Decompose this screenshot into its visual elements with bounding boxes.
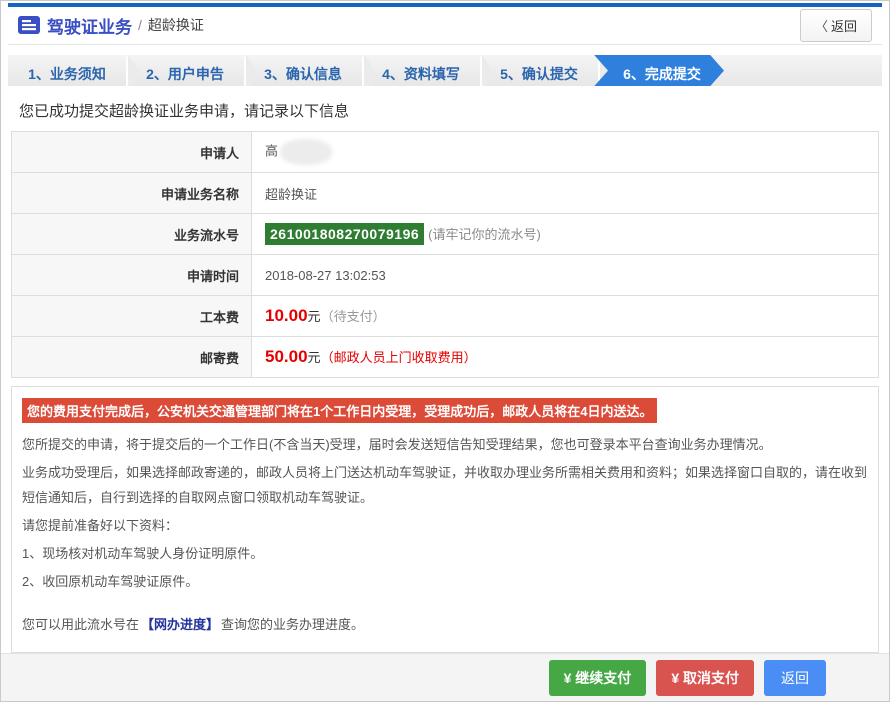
redaction-blur xyxy=(280,139,332,165)
notice-list-item: 2、收回原机动车驾驶证原件。 xyxy=(22,569,868,594)
main-content: 您已成功提交超龄换证业务申请，请记录以下信息 申请人 高 申请业务名称 超龄换证… xyxy=(8,86,882,653)
table-row-postage-fee: 邮寄费 50.00元（邮政人员上门收取费用） xyxy=(12,337,879,378)
step-5-confirm-submit: 5、确认提交 xyxy=(480,55,598,87)
step-label: 1、业务须知 xyxy=(28,66,106,82)
row-value: 10.00元（待支付） xyxy=(252,296,879,337)
production-fee-amount: 10.00 xyxy=(265,306,308,325)
row-label: 申请时间 xyxy=(12,255,252,296)
table-row-serial-number: 业务流水号 261001808270079196 (请牢记你的流水号) xyxy=(12,214,879,255)
progress-hint-prefix: 您可以用此流水号在 xyxy=(22,617,139,632)
row-value: 超龄换证 xyxy=(252,173,879,214)
step-label: 4、资料填写 xyxy=(382,66,460,82)
header: 驾驶证业务 / 超龄换证 〈返回 xyxy=(8,7,882,45)
postage-fee-note: （邮政人员上门收取费用） xyxy=(321,350,477,365)
progress-link[interactable]: 【网办进度】 xyxy=(141,617,219,632)
row-label: 工本费 xyxy=(12,296,252,337)
page: 驾驶证业务 / 超龄换证 〈返回 1、业务须知 2、用户申告 3、确认信息 4、… xyxy=(0,0,890,702)
row-label: 邮寄费 xyxy=(12,337,252,378)
step-nav: 1、业务须知 2、用户申告 3、确认信息 4、资料填写 5、确认提交 6、完成提… xyxy=(8,55,882,87)
warning-banner: 您的费用支付完成后，公安机关交通管理部门将在1个工作日内受理，受理成功后，邮政人… xyxy=(22,398,657,423)
row-value: 50.00元（邮政人员上门收取费用） xyxy=(252,337,879,378)
notice-paragraph: 业务成功受理后，如果选择邮政寄递的，邮政人员将上门送达机动车驾驶证，并收取办理业… xyxy=(22,460,868,510)
chevron-left-icon: 〈 xyxy=(815,19,828,34)
fee-unit: 元 xyxy=(308,309,321,324)
step-6-complete-submit: 6、完成提交 xyxy=(594,55,724,87)
step-label: 5、确认提交 xyxy=(500,66,578,82)
page-title: 驾驶证业务 xyxy=(47,13,132,38)
step-nav-filler xyxy=(724,55,882,87)
breadcrumb-current: 超龄换证 xyxy=(148,15,204,35)
fee-unit: 元 xyxy=(308,350,321,365)
return-button[interactable]: 返回 xyxy=(764,660,826,696)
step-label: 6、完成提交 xyxy=(623,66,701,82)
table-row-applicant: 申请人 高 xyxy=(12,132,879,173)
step-label: 2、用户申告 xyxy=(146,66,224,82)
row-label: 业务流水号 xyxy=(12,214,252,255)
step-1-business-notice: 1、业务须知 xyxy=(8,55,126,87)
progress-hint: 您可以用此流水号在【网办进度】查询您的业务办理进度。 xyxy=(22,612,868,637)
progress-hint-suffix: 查询您的业务办理进度。 xyxy=(221,617,364,632)
table-row-business-name: 申请业务名称 超龄换证 xyxy=(12,173,879,214)
step-label: 3、确认信息 xyxy=(264,66,342,82)
applicant-name: 高 xyxy=(265,144,278,159)
breadcrumb-separator: / xyxy=(138,17,142,33)
list-icon xyxy=(18,16,40,34)
notice-paragraph: 您所提交的申请，将于提交后的一个工作日(不含当天)受理，届时会发送短信告知受理结… xyxy=(22,432,868,457)
row-value: 高 xyxy=(252,132,879,173)
business-name: 超龄换证 xyxy=(265,187,317,202)
postage-fee-amount: 50.00 xyxy=(265,347,308,366)
footer-action-bar: ¥ 继续支付 ¥ 取消支付 返回 xyxy=(1,653,889,701)
table-row-apply-time: 申请时间 2018-08-27 13:02:53 xyxy=(12,255,879,296)
cancel-pay-button[interactable]: ¥ 取消支付 xyxy=(656,660,754,696)
row-label: 申请人 xyxy=(12,132,252,173)
table-row-production-fee: 工本费 10.00元（待支付） xyxy=(12,296,879,337)
serial-number-badge: 261001808270079196 xyxy=(265,223,424,245)
back-button[interactable]: 〈返回 xyxy=(800,9,872,42)
step-4-fill-materials: 4、资料填写 xyxy=(362,55,480,87)
back-button-label: 返回 xyxy=(831,19,857,34)
notice-box: 您的费用支付完成后，公安机关交通管理部门将在1个工作日内受理，受理成功后，邮政人… xyxy=(11,386,879,653)
row-label: 申请业务名称 xyxy=(12,173,252,214)
apply-time: 2018-08-27 13:02:53 xyxy=(265,268,386,283)
notice-list-item: 1、现场核对机动车驾驶人身份证明原件。 xyxy=(22,541,868,566)
info-table: 申请人 高 申请业务名称 超龄换证 业务流水号 2610018082700791… xyxy=(11,131,879,378)
notice-paragraph: 请您提前准备好以下资料： xyxy=(22,513,868,538)
step-2-user-declaration: 2、用户申告 xyxy=(126,55,244,87)
success-message: 您已成功提交超龄换证业务申请，请记录以下信息 xyxy=(19,100,871,121)
row-value: 261001808270079196 (请牢记你的流水号) xyxy=(252,214,879,255)
continue-pay-button[interactable]: ¥ 继续支付 xyxy=(549,660,647,696)
row-value: 2018-08-27 13:02:53 xyxy=(252,255,879,296)
serial-note: (请牢记你的流水号) xyxy=(428,227,541,242)
step-3-confirm-info: 3、确认信息 xyxy=(244,55,362,87)
fee-status-note: （待支付） xyxy=(321,309,386,324)
